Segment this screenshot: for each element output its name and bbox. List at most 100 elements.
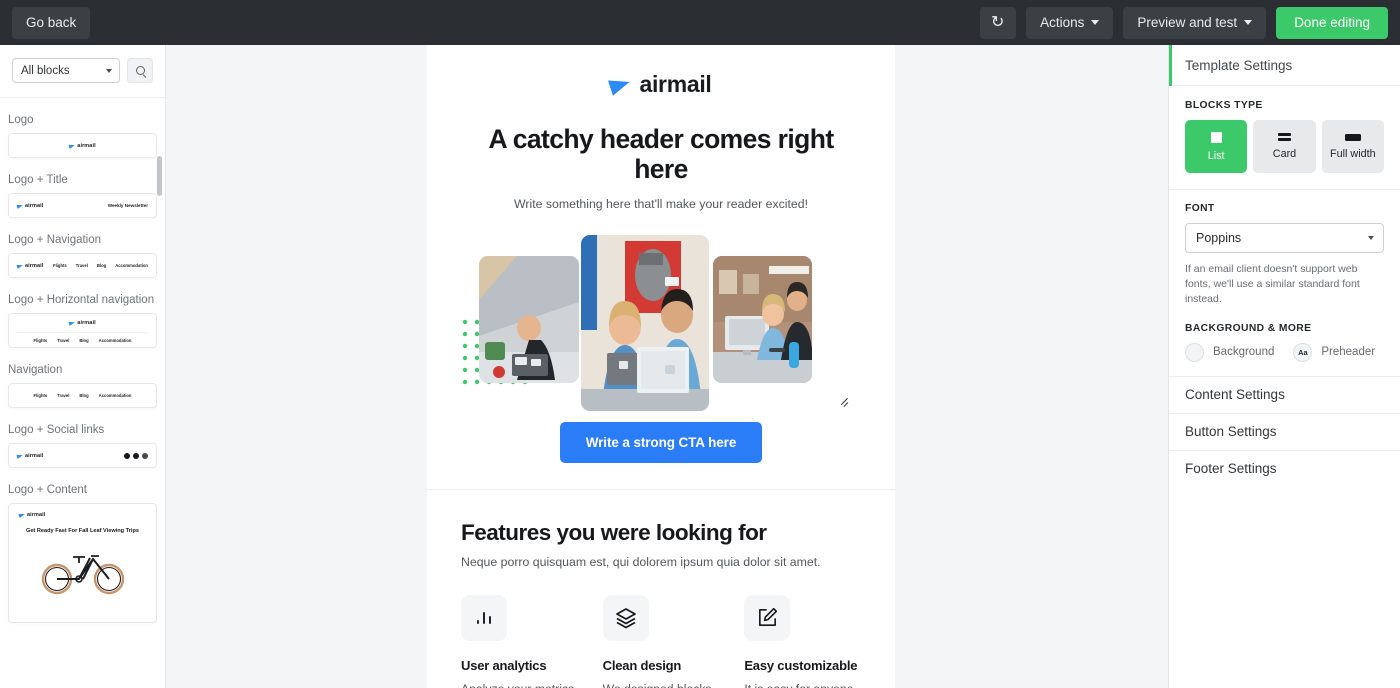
chevron-down-icon [1091,20,1100,25]
block-label-logo-social-links: Logo + Social links [8,424,105,436]
search-blocks-button[interactable] [127,58,153,83]
facebook-icon [124,452,130,459]
thumb-nav-item: Accommodation [98,393,132,398]
thumb-logo: airmail [68,142,96,149]
paper-plane-icon [16,262,24,269]
font-select[interactable]: Poppins [1185,223,1384,253]
undo-button[interactable]: ↺ [980,6,1017,39]
thumb-brand: airmail [77,320,96,326]
feature-item[interactable]: Clean design We designed blocks that [602,594,720,688]
preheader-label: Preheader [1321,346,1376,359]
thumb-content-title: Get Ready Fast For Fall Leaf Viewing Tri… [25,528,140,534]
blocks-list[interactable]: Logo airmail Logo + Title airmail Weekly… [0,97,165,688]
thumb-logo: airmail [68,320,96,326]
thumb-nav-item: Travel [75,263,88,268]
preview-label: Preview and test [1137,15,1238,30]
background-heading: BACKGROUND & MORE [1185,322,1312,334]
collage-photo-center[interactable] [581,234,709,411]
block-thumb-logo-social-links[interactable]: airmail [8,443,157,468]
blocks-type-full-width-option[interactable]: Full width [1321,120,1384,173]
thumb-nav-item: Blog [79,393,89,398]
hero-subheadline[interactable]: Write something here that'll make your r… [461,197,861,211]
font-value: Poppins [1196,231,1242,245]
feature-description: We designed blocks that [603,680,720,688]
thumb-nav-item: Flights [33,338,48,343]
done-editing-button[interactable]: Done editing [1276,6,1388,39]
font-note: If an email client doesn't support web f… [1185,263,1360,306]
thumb-nav: Flights Travel Blog Accommodation [53,263,148,268]
blocks-type-group: List Card Full width [1185,120,1384,173]
block-thumb-logo-content[interactable]: airmail Get Ready Fast For Fall Leaf Vie… [8,503,157,623]
background-and-more-row: Background Aa Preheader [1185,342,1384,362]
thumb-nav-item: Travel [57,338,70,343]
block-label-logo-content: Logo + Content [8,484,87,496]
thumb-nav-item: Travel [57,393,70,398]
background-label: Background [1213,346,1275,359]
thumb-logo: airmail [16,203,43,209]
settings-panel: Template Settings BLOCKS TYPE List Card … [1168,45,1400,688]
block-thumb-logo-navigation[interactable]: airmail Flights Travel Blog Accommodatio… [8,253,157,278]
wide-bar-icon [1344,133,1361,141]
sidebar-header: All blocks [0,45,165,97]
cta-button[interactable]: Write a strong CTA here [559,421,763,463]
hero-headline[interactable]: A catchy header comes right here [461,124,861,185]
chevron-down-icon [1368,236,1374,240]
footer-settings-section[interactable]: Footer Settings [1169,449,1400,487]
block-label-logo-horizontal-navigation: Logo + Horizontal navigation [8,294,155,306]
blocks-type-label: Card [1272,148,1297,161]
blocks-type-card-option[interactable]: Card [1253,120,1316,173]
thumb-brand: airmail [25,452,44,459]
thumb-nav-item: Blog [96,263,107,268]
thumb-nav-item: Blog [79,338,89,343]
collage-resize-handle[interactable] [840,395,849,404]
square-icon [1210,131,1222,143]
thumb-brand: airmail [25,262,44,269]
actions-menu-button[interactable]: Actions [1026,6,1114,39]
features-title[interactable]: Features you were looking for [461,520,861,546]
template-settings-header[interactable]: Template Settings [1169,45,1400,86]
feature-item[interactable]: Easy customizable It is easy for anyone … [744,594,861,688]
email-features-section[interactable]: Features you were looking for Neque porr… [427,490,895,688]
blocks-type-list-option[interactable]: List [1185,120,1248,173]
actions-label: Actions [1040,15,1085,30]
block-thumb-logo[interactable]: airmail [8,133,157,158]
content-settings-section[interactable]: Content Settings [1169,375,1400,413]
bar-chart-icon [461,594,507,641]
thumb-social-links [124,452,148,459]
hero-image-collage[interactable] [461,234,861,411]
block-thumb-logo-horizontal-navigation[interactable]: airmail Flights Travel Blog Accommodatio… [8,313,157,348]
bicycle-illustration [41,555,124,595]
email-canvas[interactable]: airmail A catchy header comes right here… [166,45,1168,688]
active-section-accent [1169,45,1172,86]
two-bars-icon [1277,132,1291,142]
thumb-nav-item: Accommodation [115,263,148,268]
collage-photo-right[interactable] [713,255,812,383]
thumb-nav: Flights Travel Blog Accommodation [34,393,132,398]
paper-plane-icon [18,512,26,518]
feature-item[interactable]: User analytics Analyze your metrics [461,594,578,688]
preview-and-test-button[interactable]: Preview and test [1123,6,1267,39]
preheader-icon[interactable]: Aa [1293,342,1313,362]
button-settings-section[interactable]: Button Settings [1169,412,1400,450]
block-thumb-navigation[interactable]: Flights Travel Blog Accommodation [8,383,157,408]
feature-name: Clean design [602,657,682,673]
brand-name: airmail [639,71,712,97]
go-back-button[interactable]: Go back [12,6,91,39]
email-template[interactable]: airmail A catchy header comes right here… [427,45,895,688]
block-label-navigation: Navigation [8,364,63,376]
features-subtitle[interactable]: Neque porro quisquam est, qui dolorem ip… [461,555,861,569]
email-hero-section[interactable]: airmail A catchy header comes right here… [427,45,895,490]
background-color-swatch[interactable] [1185,342,1204,362]
email-logo[interactable]: airmail [461,71,861,98]
paper-plane-icon [68,142,76,149]
divider [1169,189,1400,190]
thumb-nav: Flights Travel Blog Accommodation [17,332,148,343]
thumb-nav-item: Flights [33,393,48,398]
sidebar-scrollbar-thumb[interactable] [157,156,162,196]
feature-description: Analyze your metrics [461,680,578,688]
collage-photo-left[interactable] [479,255,579,383]
blocks-filter-select[interactable]: All blocks [12,58,120,83]
blocks-type-heading: BLOCKS TYPE [1185,100,1263,111]
block-thumb-logo-title[interactable]: airmail Weekly Newsletter [8,193,157,218]
template-settings-body: BLOCKS TYPE List Card Full width FONT Po… [1169,86,1400,362]
